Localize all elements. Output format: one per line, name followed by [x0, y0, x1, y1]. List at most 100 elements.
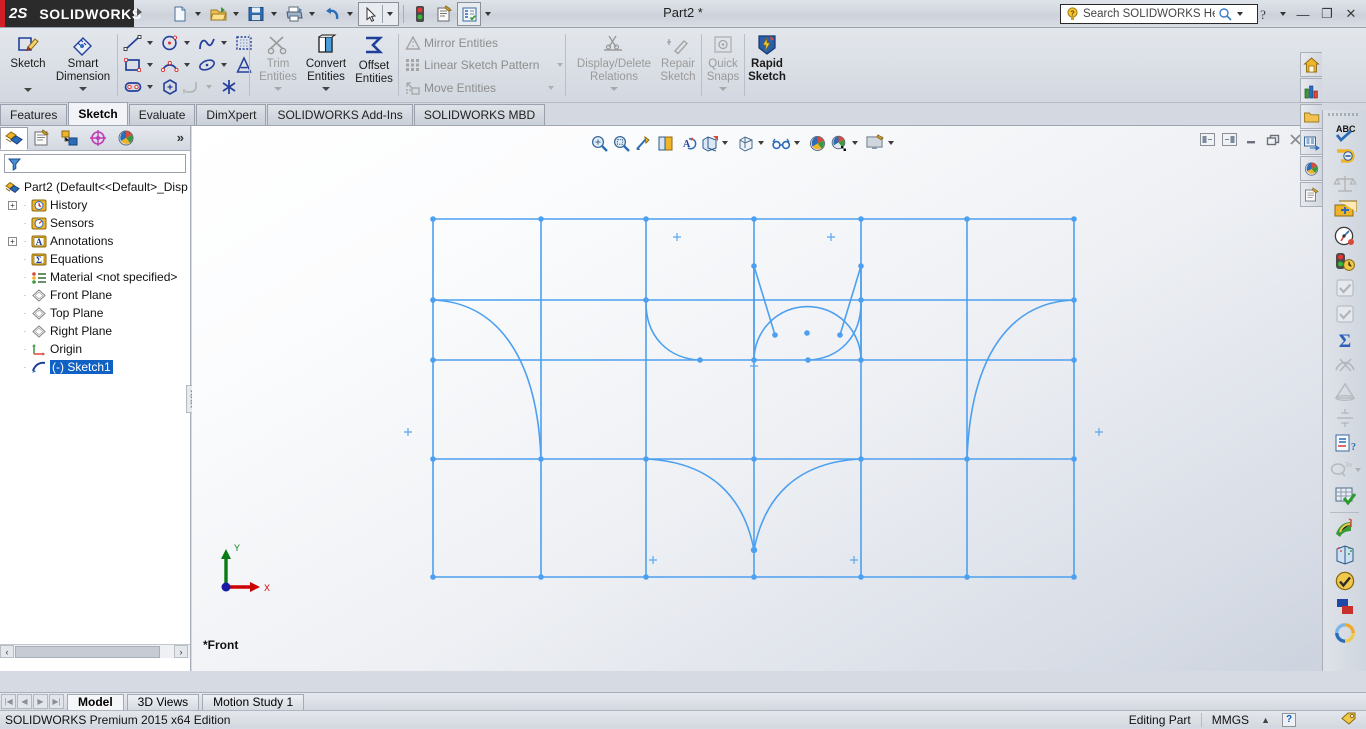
measure-button[interactable]	[1323, 145, 1366, 171]
units-label[interactable]: MMGS	[1212, 713, 1249, 727]
ellipse-icon[interactable]	[196, 55, 218, 75]
tree-item-origin[interactable]: · Origin	[0, 340, 190, 358]
tree-item-right-plane[interactable]: · Right Plane	[0, 322, 190, 340]
rapid-sketch-button[interactable]: Rapid Sketch	[746, 32, 788, 83]
view-palette-tab[interactable]	[1300, 130, 1322, 155]
chevron-down-icon[interactable]	[485, 12, 491, 16]
expand-icon[interactable]: +	[8, 236, 17, 246]
save-document-button[interactable]	[244, 2, 282, 26]
print-document-button[interactable]	[282, 2, 320, 26]
tab-evaluate[interactable]: Evaluate	[128, 104, 196, 125]
configuration-manager-tab[interactable]	[56, 127, 84, 150]
zebra-stripes-button[interactable]	[1323, 516, 1366, 542]
color-swatch-button[interactable]	[1323, 594, 1366, 620]
dimxpert-manager-tab[interactable]	[84, 127, 112, 150]
repair-sketch-button[interactable]: Repair Sketch	[657, 32, 699, 83]
quick-snaps-button[interactable]: Quick Snaps	[703, 32, 743, 91]
tree-item-front-plane[interactable]: · Front Plane	[0, 286, 190, 304]
tab-solidworks-addins[interactable]: SOLIDWORKS Add-Ins	[267, 104, 413, 125]
property-manager-tab[interactable]	[28, 127, 56, 150]
tree-item-part[interactable]: Part2 (Default<<Default>_Disp	[0, 178, 190, 196]
arc-dropdown-icon[interactable]	[184, 63, 190, 67]
display-manager-tab[interactable]	[112, 127, 140, 150]
circle-dropdown-icon[interactable]	[184, 41, 190, 45]
menu-expand-arrow-icon[interactable]	[137, 8, 142, 16]
import-diagnostics-dropdown-icon[interactable]	[1355, 468, 1361, 472]
feature-manager-tab[interactable]	[0, 126, 28, 150]
minimize-button[interactable]: —	[1292, 4, 1314, 24]
chevron-down-icon[interactable]	[1280, 12, 1286, 16]
custom-properties-tab[interactable]	[1300, 182, 1322, 207]
design-library-tab[interactable]	[1300, 78, 1322, 103]
search-icon[interactable]	[1217, 7, 1233, 21]
new-document-button[interactable]	[168, 2, 206, 26]
sensor-button[interactable]	[1323, 223, 1366, 249]
mirror-entities-item[interactable]: Mirror Entities	[402, 33, 498, 53]
nav-next-button[interactable]: ▶	[33, 694, 48, 709]
simulation-check-button[interactable]	[1323, 568, 1366, 594]
symmetry-check-button[interactable]	[1323, 405, 1366, 431]
display-delete-relations-button[interactable]: Display/Delete Relations	[568, 32, 660, 91]
move-entities-dropdown-icon[interactable]	[548, 86, 555, 90]
spline-dropdown-icon[interactable]	[221, 41, 227, 45]
curvature-button[interactable]	[1323, 542, 1366, 568]
import-diagnostics-button[interactable]: 3v	[1323, 457, 1366, 483]
performance-evaluation-button[interactable]	[1323, 249, 1366, 275]
sketch-dropdown-icon[interactable]	[24, 87, 32, 92]
chevron-down-icon[interactable]	[271, 12, 277, 16]
chevron-down-icon[interactable]	[387, 12, 393, 16]
circle-icon[interactable]	[159, 33, 181, 53]
chevron-down-icon[interactable]	[1237, 12, 1243, 16]
slot-dropdown-icon[interactable]	[147, 85, 153, 89]
sketch-fillet-dropdown-icon[interactable]	[206, 85, 212, 89]
compare-documents-button[interactable]: ?	[1323, 431, 1366, 457]
sketch-fillet-icon[interactable]	[181, 77, 203, 97]
rectangle-dropdown-icon[interactable]	[147, 63, 153, 67]
ellipse-dropdown-icon[interactable]	[221, 63, 227, 67]
nav-last-button[interactable]: ▶|	[49, 694, 64, 709]
file-properties-button[interactable]	[432, 2, 456, 26]
line-dropdown-icon[interactable]	[147, 41, 153, 45]
linear-sketch-pattern-dropdown-icon[interactable]	[557, 63, 564, 67]
tree-item-sketch1[interactable]: · (-) Sketch1	[0, 358, 190, 376]
help-question-icon[interactable]: ?	[1252, 4, 1274, 24]
trim-entities-button[interactable]: Trim Entities	[252, 32, 304, 91]
options-button[interactable]	[456, 2, 496, 26]
nav-first-button[interactable]: |◀	[1, 694, 16, 709]
appearances-scenes-tab[interactable]	[1300, 156, 1322, 181]
tab-3d-views[interactable]: 3D Views	[126, 693, 200, 710]
tag-icon[interactable]	[1340, 711, 1358, 729]
sketch-button[interactable]: Sketch	[0, 32, 56, 92]
tree-item-material[interactable]: · Material <not specified>	[0, 268, 190, 286]
select-tool-button[interactable]	[358, 2, 399, 26]
tab-sketch[interactable]: Sketch	[68, 102, 128, 125]
scroll-left-arrow-icon[interactable]: ‹	[0, 645, 14, 658]
spell-checker-button[interactable]: ABC	[1323, 119, 1366, 145]
tree-item-top-plane[interactable]: · Top Plane	[0, 304, 190, 322]
tree-item-history[interactable]: + · History	[0, 196, 190, 214]
tab-dimxpert[interactable]: DimXpert	[196, 104, 267, 125]
offset-entities-button[interactable]: Offset Entities	[349, 32, 399, 85]
spline-icon[interactable]	[196, 33, 218, 53]
search-input[interactable]	[1081, 7, 1217, 21]
close-button[interactable]: ✕	[1340, 4, 1362, 24]
units-caret-icon[interactable]: ▲	[1261, 715, 1270, 725]
polygon-icon[interactable]	[159, 77, 181, 97]
feature-tree-filter[interactable]	[4, 154, 186, 173]
scrollbar-thumb[interactable]	[15, 645, 160, 658]
nav-prev-button[interactable]: ◀	[17, 694, 32, 709]
sketch-canvas[interactable]	[192, 126, 1322, 671]
deviation-analysis-button[interactable]	[1323, 353, 1366, 379]
smart-dimension-dropdown-icon[interactable]	[79, 87, 87, 91]
status-help-button[interactable]: ?	[1282, 712, 1296, 727]
design-library-home-tab[interactable]	[1300, 52, 1322, 77]
equations-button[interactable]: Σ	[1323, 327, 1366, 353]
draft-analysis-button[interactable]	[1323, 379, 1366, 405]
move-entities-item[interactable]: Move Entities	[402, 78, 560, 98]
undo-button[interactable]	[320, 2, 358, 26]
realview-button[interactable]	[1323, 620, 1366, 646]
chevron-down-icon[interactable]	[195, 12, 201, 16]
graphics-area[interactable]: A Y X *Front	[192, 126, 1322, 671]
check-button[interactable]	[1323, 275, 1366, 301]
solidworks-logo[interactable]: 2S SOLIDWORKS	[0, 0, 141, 27]
